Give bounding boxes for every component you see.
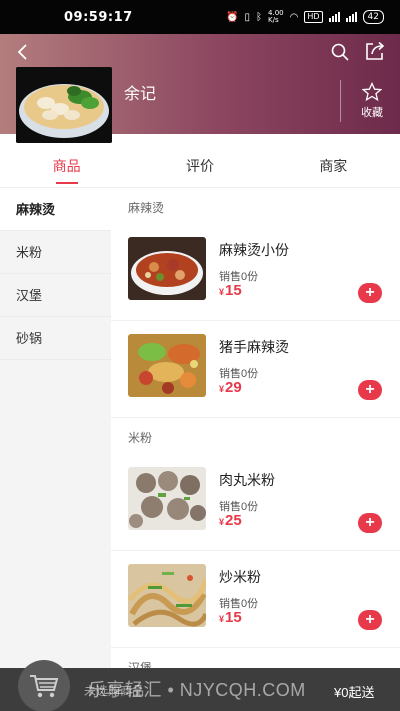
currency-symbol: ¥ bbox=[219, 517, 225, 527]
divider bbox=[340, 80, 341, 122]
sidebar-item-burger[interactable]: 汉堡 bbox=[0, 274, 111, 317]
product-image bbox=[128, 467, 206, 530]
currency-symbol: ¥ bbox=[219, 384, 225, 394]
product-list: 麻辣烫 麻辣烫小份 销售0份 ¥15 + 猪手麻辣烫 销售0份 ¥29 + 米粉… bbox=[111, 188, 400, 711]
watermark-text: 乐享轻汇 • NJYCQH.COM bbox=[88, 680, 306, 700]
add-to-cart-button[interactable]: + bbox=[358, 610, 382, 630]
star-icon bbox=[362, 82, 382, 102]
sidebar-item-claypot[interactable]: 砂锅 bbox=[0, 317, 111, 360]
hd-icon: HD bbox=[304, 11, 323, 23]
sidebar-item-malatang[interactable]: 麻辣烫 bbox=[0, 188, 111, 231]
network-speed: 4.00 K/s bbox=[268, 9, 284, 24]
add-to-cart-button[interactable]: + bbox=[358, 513, 382, 533]
product-price: ¥29 bbox=[219, 379, 242, 396]
min-order-text: ¥0起送 bbox=[334, 685, 375, 700]
product-price: ¥25 bbox=[219, 512, 242, 529]
currency-symbol: ¥ bbox=[219, 287, 225, 297]
shop-header: 余记 收藏 bbox=[0, 34, 400, 143]
tab-bar: 商品 评价 商家 bbox=[0, 150, 400, 188]
list-item[interactable]: 猪手麻辣烫 销售0份 ¥29 + bbox=[111, 321, 400, 418]
signal-icon bbox=[328, 12, 340, 22]
back-icon[interactable] bbox=[14, 42, 34, 62]
tab-merchant[interactable]: 商家 bbox=[267, 150, 400, 187]
battery-icon: 42 bbox=[362, 10, 384, 24]
section-title: 麻辣烫 bbox=[128, 201, 165, 215]
sidebar-item-rice-noodle[interactable]: 米粉 bbox=[0, 231, 111, 274]
alarm-icon: ⏰ bbox=[226, 11, 239, 23]
favorite-button[interactable]: 收藏 bbox=[352, 82, 392, 120]
status-time: 09:59:17 bbox=[64, 9, 133, 25]
product-name: 肉丸米粉 bbox=[219, 472, 275, 488]
status-icons: ⏰ ▯ ᛒ 4.00 K/s ◠ HD 42 bbox=[226, 10, 384, 24]
category-sidebar: 麻辣烫 米粉 汉堡 砂锅 bbox=[0, 188, 111, 711]
list-item[interactable]: 麻辣烫小份 销售0份 ¥15 + bbox=[111, 224, 400, 321]
shop-name: 余记 bbox=[124, 86, 157, 103]
add-to-cart-button[interactable]: + bbox=[358, 380, 382, 400]
list-item[interactable]: 肉丸米粉 销售0份 ¥25 + bbox=[111, 454, 400, 551]
list-item[interactable]: 炒米粉 销售0份 ¥15 + bbox=[111, 551, 400, 648]
product-image bbox=[128, 564, 206, 627]
search-icon[interactable] bbox=[330, 42, 350, 62]
cart-button[interactable] bbox=[18, 660, 70, 711]
product-name: 炒米粉 bbox=[219, 569, 261, 585]
wifi-icon: ◠ bbox=[289, 11, 299, 23]
product-image bbox=[128, 237, 206, 300]
product-name: 麻辣烫小份 bbox=[219, 242, 289, 258]
status-bar: 09:59:17 ⏰ ▯ ᛒ 4.00 K/s ◠ HD 42 bbox=[0, 0, 400, 34]
product-price: ¥15 bbox=[219, 609, 242, 626]
product-name: 猪手麻辣烫 bbox=[219, 339, 289, 355]
vibrate-icon: ▯ bbox=[244, 11, 251, 23]
shop-thumbnail bbox=[16, 67, 112, 143]
price-value: 15 bbox=[225, 282, 242, 299]
cart-icon bbox=[30, 675, 59, 698]
tab-products[interactable]: 商品 bbox=[0, 150, 133, 187]
signal-icon-2 bbox=[345, 12, 357, 22]
favorite-label: 收藏 bbox=[361, 107, 383, 119]
share-icon[interactable] bbox=[364, 40, 386, 62]
product-price: ¥15 bbox=[219, 282, 242, 299]
tab-reviews[interactable]: 评价 bbox=[133, 150, 266, 187]
add-to-cart-button[interactable]: + bbox=[358, 283, 382, 303]
currency-symbol: ¥ bbox=[219, 614, 225, 624]
price-value: 29 bbox=[225, 379, 242, 396]
price-value: 15 bbox=[225, 609, 242, 626]
product-image bbox=[128, 334, 206, 397]
bluetooth-icon: ᛒ bbox=[256, 11, 263, 23]
price-value: 25 bbox=[225, 512, 242, 529]
section-title: 米粉 bbox=[128, 431, 153, 445]
